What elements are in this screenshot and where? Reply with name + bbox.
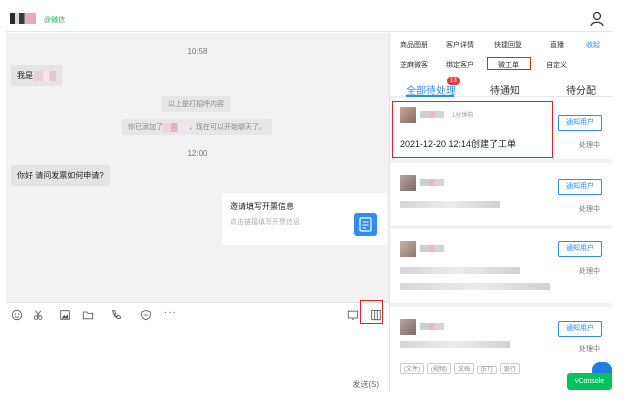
blurred-name (420, 323, 444, 330)
scissors-icon[interactable] (32, 309, 46, 321)
folder-icon[interactable] (81, 309, 95, 321)
system-text-suffix: ，现在可以开始聊天了。 (189, 124, 266, 131)
status-text: 处理中 (579, 142, 600, 149)
blurred-name (34, 70, 56, 81)
tool-tabs: 商品图册 客户详情 快捷回复 直播 收起 芝麻微客 绑定客户 微工单 自定义 (390, 33, 612, 71)
user-icon[interactable] (590, 11, 604, 27)
system-message: 以上是打招呼内容 (162, 96, 230, 112)
chip: 银行 (499, 363, 520, 374)
highlight-box (392, 101, 553, 158)
subtabs: 全部待处理 13 待通知 待分配 (390, 75, 612, 97)
avatar (400, 319, 416, 335)
phone-icon[interactable] (109, 309, 123, 321)
message-bubble: 我是 (11, 65, 62, 86)
tab-custom[interactable]: 自定义 (546, 60, 567, 70)
notify-user-button[interactable]: 通知用户 (558, 179, 602, 195)
emoji-icon[interactable] (10, 309, 24, 321)
blurred-contact (163, 122, 189, 132)
system-text-prefix: 你已添加了 (128, 124, 163, 131)
timestamp: 12:00 (187, 149, 208, 158)
wechat-tag: @微信 (44, 17, 66, 24)
chat-panel: 10:58 我是 以上是打招呼内容 你已添加了 ，现在可以开始聊天了。 12:00… (6, 33, 389, 302)
shield-icon[interactable] (139, 309, 153, 321)
active-tab-underline (406, 95, 454, 97)
avatar (400, 175, 416, 191)
notify-user-button[interactable]: 通知用户 (558, 321, 602, 337)
screen-icon[interactable] (346, 309, 360, 321)
work-order-item[interactable]: 通知用户 处理中 (390, 167, 612, 229)
blurred-text (400, 283, 550, 290)
chip: (文件) (400, 363, 424, 374)
chip: (ET) (477, 366, 497, 374)
message-text: 我是 (17, 71, 33, 80)
tab-zhima[interactable]: 芝麻微客 (400, 60, 428, 70)
message-input[interactable]: 发送(S) (6, 326, 389, 392)
chip: 文档 (454, 363, 475, 374)
highlight-box (360, 300, 383, 324)
blurred-text (400, 341, 510, 348)
blurred-text (400, 267, 520, 274)
notify-user-button[interactable]: 通知用户 (558, 115, 602, 131)
message-text: 你好 请问发票如何申请? (17, 171, 104, 180)
tab-product-album[interactable]: 商品图册 (400, 40, 428, 50)
blurred-name (420, 179, 444, 186)
status-text: 处理中 (579, 346, 600, 353)
right-panel: 商品图册 客户详情 快捷回复 直播 收起 芝麻微客 绑定客户 微工单 自定义 全… (389, 33, 612, 392)
card-subtitle: 点击链接填写开票信息 (230, 219, 300, 226)
avatar (400, 241, 416, 257)
system-message-added: 你已添加了 ，现在可以开始聊天了。 (122, 119, 272, 135)
send-button[interactable]: 发送(S) (352, 379, 379, 390)
highlight-box (487, 57, 531, 70)
notify-user-button[interactable]: 通知用户 (558, 241, 602, 257)
card-title: 邀请填写开票信息 (230, 202, 294, 211)
top-bar: @微信 (6, 6, 612, 32)
timestamp: 10:58 (187, 47, 208, 56)
more-icon[interactable]: ··· (164, 307, 177, 318)
tab-bind-customer[interactable]: 绑定客户 (446, 60, 474, 70)
vconsole-button[interactable]: vConsole (567, 373, 612, 390)
invoice-card[interactable]: 邀请填写开票信息 点击链接填写开票信息 (222, 193, 387, 245)
blurred-text (400, 201, 500, 208)
tab-quick-reply[interactable]: 快捷回复 (494, 40, 522, 50)
tab-customer-detail[interactable]: 客户详情 (446, 40, 474, 50)
blurred-name (420, 245, 444, 252)
work-order-item[interactable]: 通知用户 处理中 (390, 233, 612, 307)
contact-avatar[interactable] (10, 13, 36, 24)
tab-live[interactable]: 直播 (550, 40, 564, 50)
image-icon[interactable] (58, 309, 72, 321)
chip: (视频) (427, 363, 451, 374)
status-text: 处理中 (579, 206, 600, 213)
count-badge: 13 (447, 77, 460, 85)
form-icon (354, 213, 377, 236)
attachment-chips: (文件) (视频) 文档 (ET) 银行 (400, 363, 523, 374)
subtab-to-notify[interactable]: 待通知 (490, 82, 520, 97)
collapse-button[interactable]: 收起 (586, 40, 600, 50)
subtab-to-assign[interactable]: 待分配 (566, 82, 596, 97)
status-text: 处理中 (579, 268, 600, 275)
message-bubble: 你好 请问发票如何申请? (11, 165, 110, 186)
composer-toolbar: ··· (6, 302, 389, 326)
